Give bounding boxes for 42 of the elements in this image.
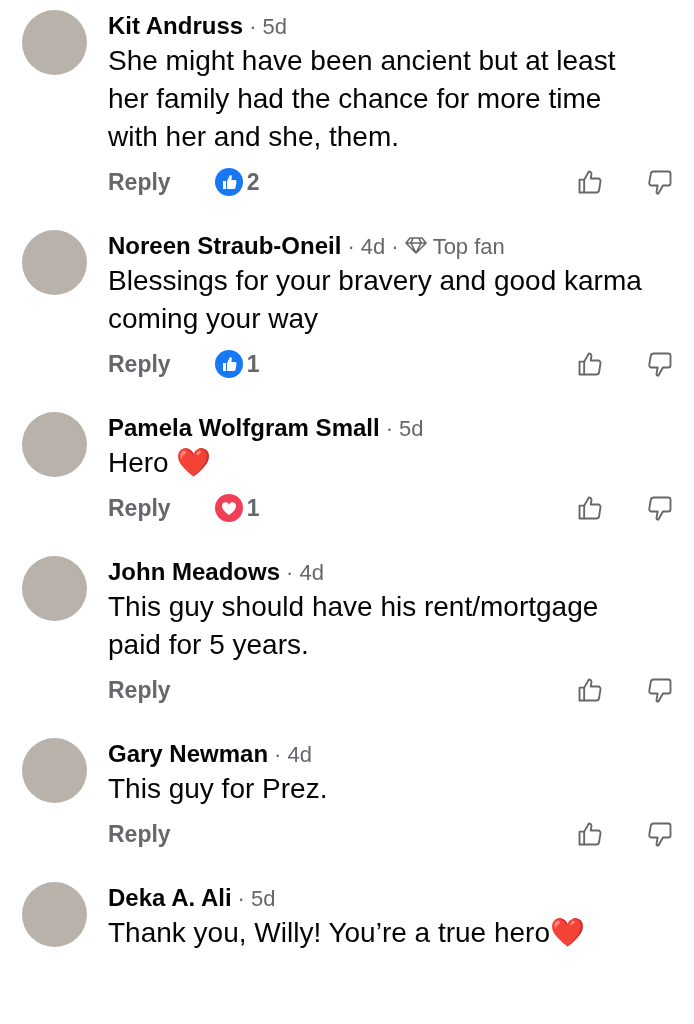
comment-time[interactable]: · 5d: [249, 10, 288, 43]
comment-time[interactable]: · 4d: [347, 230, 386, 263]
like-reaction-icon: [214, 350, 243, 378]
reply-button[interactable]: Reply: [108, 164, 171, 200]
comment-text: Thank you, Willy! You’re a true hero❤: [108, 916, 586, 950]
comment-text: Blessings for your bravery and good karma coming your way: [108, 264, 643, 336]
author-name[interactable]: Gary Newman: [108, 736, 269, 772]
reaction-count[interactable]: 1: [214, 490, 260, 526]
reply-button[interactable]: Reply: [108, 672, 171, 708]
thumbs-up-icon[interactable]: [576, 168, 604, 196]
thumbs-down-icon[interactable]: [646, 350, 674, 378]
separator-dot: ·: [391, 233, 399, 261]
author-name[interactable]: John Meadows: [108, 554, 281, 590]
reply-button[interactable]: Reply: [108, 490, 171, 526]
thumbs-up-icon[interactable]: [576, 676, 604, 704]
author-name[interactable]: Noreen Straub-Oneil: [108, 228, 342, 264]
comment-time[interactable]: · 5d: [237, 882, 276, 915]
love-reaction-icon: [214, 494, 243, 522]
comment-time[interactable]: · 5d: [385, 412, 424, 445]
reply-button[interactable]: Reply: [108, 816, 171, 852]
thumbs-down-icon[interactable]: [646, 820, 674, 848]
thumbs-up-icon[interactable]: [576, 820, 604, 848]
author-name[interactable]: Kit Andruss: [108, 8, 244, 44]
comment-text: She might have been ancient but at least her family had the chance for more time with her and she, them.: [108, 44, 617, 154]
comment-text: Hero ❤: [108, 446, 213, 480]
thumbs-up-icon[interactable]: [576, 350, 604, 378]
thumbs-down-icon[interactable]: [646, 168, 674, 196]
comment-text: This guy for Prez.: [108, 772, 329, 806]
author-name[interactable]: Deka A. Ali: [108, 880, 232, 916]
top-fan-label: Top fan: [432, 233, 505, 261]
diamond-icon: [404, 236, 427, 254]
like-reaction-icon: [214, 168, 243, 196]
reaction-count[interactable]: 1: [214, 346, 260, 382]
thumbs-down-icon[interactable]: [646, 676, 674, 704]
reply-button[interactable]: Reply: [108, 346, 171, 382]
reaction-count[interactable]: 2: [214, 164, 260, 200]
thumbs-up-icon[interactable]: [576, 494, 604, 522]
comment-text: This guy should have his rent/mortgage paid for 5 years.: [108, 590, 600, 662]
comment-time[interactable]: · 4d: [274, 738, 312, 771]
thumbs-down-icon[interactable]: [646, 494, 674, 522]
author-name[interactable]: Pamela Wolfgram Small: [108, 410, 380, 446]
comment-time[interactable]: · 4d: [286, 556, 324, 589]
